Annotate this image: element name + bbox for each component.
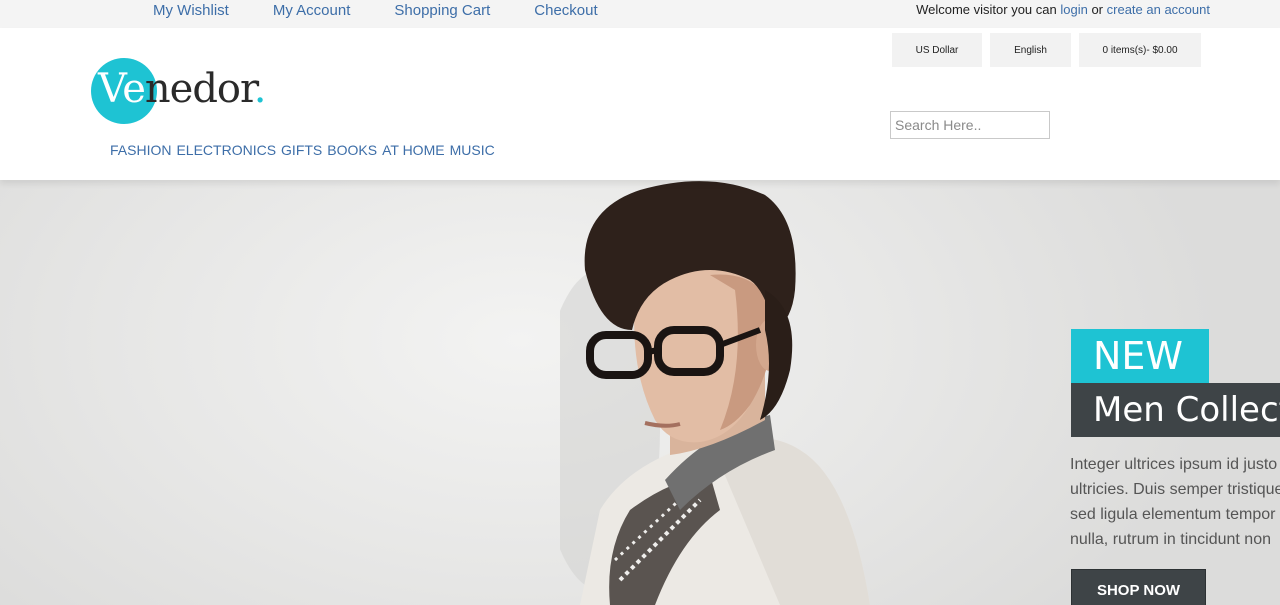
my-account-link[interactable]: My Account: [273, 2, 351, 20]
logo-text: Venedor.: [98, 65, 267, 113]
search-input[interactable]: [890, 111, 1050, 139]
shopping-cart-link[interactable]: Shopping Cart: [394, 2, 490, 20]
nav-books[interactable]: BOOKS: [327, 142, 377, 158]
checkout-link[interactable]: Checkout: [534, 2, 597, 20]
login-link[interactable]: login: [1060, 2, 1087, 17]
logo-dot: .: [253, 66, 267, 112]
language-selector[interactable]: English: [990, 33, 1071, 67]
nav-music[interactable]: MUSIC: [450, 142, 495, 158]
model-photo: [560, 181, 870, 605]
welcome-message: Welcome visitor you can login or create …: [916, 2, 1210, 18]
logo[interactable]: Venedor.: [90, 57, 290, 127]
hero-banner: NEW Men Collection Integer ultrices ipsu…: [0, 180, 1280, 605]
nav-gifts[interactable]: GIFTS: [281, 142, 322, 158]
hero-copy-line: Integer ultrices ipsum id justo: [1070, 456, 1278, 473]
cart-summary[interactable]: 0 items(s)- $0.00: [1079, 33, 1201, 67]
site-header: Venedor. FASHION ELECTRONICS GIFTS BOOKS…: [0, 28, 1280, 180]
nav-electronics[interactable]: ELECTRONICS: [176, 142, 276, 158]
shop-now-button[interactable]: SHOP NOW: [1071, 569, 1206, 605]
welcome-text: Welcome visitor you can: [916, 2, 1057, 17]
create-account-link[interactable]: create an account: [1107, 2, 1210, 17]
top-links: My Wishlist My Account Shopping Cart Che…: [153, 2, 642, 20]
hero-badge: NEW: [1071, 329, 1209, 383]
hero-title: Men Collection: [1071, 383, 1280, 437]
welcome-or: or: [1091, 2, 1104, 17]
top-bar: My Wishlist My Account Shopping Cart Che…: [0, 0, 1280, 28]
nav-fashion[interactable]: FASHION: [110, 142, 171, 158]
main-nav: FASHION ELECTRONICS GIFTS BOOKS AT HOME …: [110, 142, 495, 158]
logo-ve: Ve: [98, 66, 146, 112]
nav-at-home[interactable]: AT HOME: [382, 142, 445, 158]
hero-copy-line: sed ligula elementum tempor: [1070, 506, 1276, 523]
hero-description: Integer ultrices ipsum id justo ultricie…: [1070, 452, 1280, 552]
currency-selector[interactable]: US Dollar: [892, 33, 982, 67]
logo-rest: nedor: [144, 66, 255, 112]
hero-copy-line: ultricies. Duis semper tristique: [1070, 481, 1280, 498]
hero-copy-line: nulla, rutrum in tincidunt non: [1070, 531, 1271, 548]
my-wishlist-link[interactable]: My Wishlist: [153, 2, 229, 20]
